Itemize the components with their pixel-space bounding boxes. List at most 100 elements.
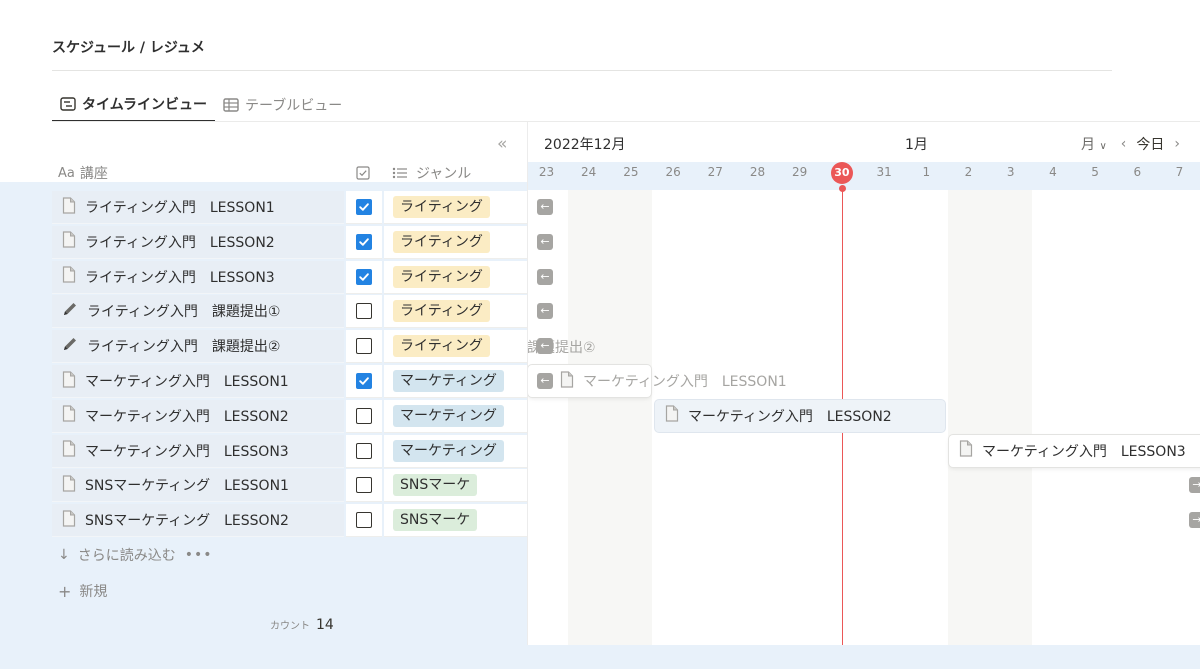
page-icon bbox=[62, 405, 76, 426]
row-name-cell[interactable]: ライティング入門 LESSON1 bbox=[52, 191, 344, 224]
day-label: 27 bbox=[707, 165, 723, 179]
row-done-cell bbox=[346, 504, 382, 538]
row-name: ライティング入門 LESSON1 bbox=[85, 200, 275, 216]
scroll-to-item-button[interactable]: ← bbox=[537, 373, 553, 389]
page-icon bbox=[959, 440, 973, 461]
scroll-to-item-button[interactable]: ← bbox=[537, 268, 553, 285]
row-done-cell bbox=[346, 399, 382, 433]
row-genre-cell[interactable]: ライティング bbox=[384, 295, 527, 329]
row-genre-cell[interactable]: ライティング bbox=[384, 191, 527, 224]
scroll-to-item-button[interactable]: → bbox=[1189, 477, 1200, 494]
row-name-cell[interactable]: マーケティング入門 LESSON3 bbox=[52, 434, 344, 468]
column-header-done[interactable] bbox=[356, 163, 370, 183]
column-header-name[interactable]: Aa 講座 bbox=[58, 163, 108, 183]
table-row[interactable]: ライティング入門 LESSON3 ライティング bbox=[52, 260, 527, 294]
page-icon bbox=[62, 370, 76, 392]
row-done-cell bbox=[346, 225, 382, 259]
new-row-button[interactable]: + 新規 bbox=[58, 581, 107, 601]
plus-icon: + bbox=[58, 581, 72, 601]
row-name-cell[interactable]: ライティング入門 課題提出② bbox=[52, 330, 344, 364]
row-name-cell[interactable]: ライティング入門 LESSON3 bbox=[52, 260, 344, 294]
timeline-scrollbar-track[interactable] bbox=[527, 645, 1200, 669]
row-genre-cell[interactable]: マーケティング bbox=[384, 399, 527, 433]
timeline-bar-label: マーケティング入門 LESSON1 bbox=[583, 374, 787, 390]
table-row[interactable]: ライティング入門 LESSON2 ライティング bbox=[52, 225, 527, 259]
row-genre-cell[interactable]: ライティング bbox=[384, 225, 527, 259]
table-row[interactable]: ライティング入門 LESSON1 ライティング bbox=[52, 191, 527, 224]
row-done-checkbox[interactable] bbox=[356, 373, 372, 389]
table-row[interactable]: SNSマーケティング LESSON1 SNSマーケ bbox=[52, 469, 527, 503]
tab-table[interactable]: テーブルビュー bbox=[215, 88, 350, 122]
row-genre-cell[interactable]: SNSマーケ bbox=[384, 469, 527, 503]
tab-timeline[interactable]: タイムラインビュー bbox=[52, 88, 216, 122]
genre-tag: SNSマーケ bbox=[393, 474, 478, 497]
row-done-checkbox[interactable] bbox=[356, 442, 372, 459]
table-row[interactable]: マーケティング入門 LESSON1 マーケティング bbox=[52, 365, 527, 398]
table-row[interactable]: マーケティング入門 LESSON2 マーケティング bbox=[52, 399, 527, 433]
count-value: 14 bbox=[316, 617, 334, 633]
new-row-label: 新規 bbox=[79, 584, 108, 600]
row-done-cell bbox=[346, 330, 382, 364]
column-header-name-label: 講座 bbox=[79, 166, 108, 182]
scroll-to-item-button[interactable]: → bbox=[1189, 512, 1200, 529]
checkbox-icon bbox=[356, 166, 370, 180]
table-row[interactable]: SNSマーケティング LESSON2 SNSマーケ bbox=[52, 504, 527, 538]
day-label: 6 bbox=[1133, 165, 1142, 179]
load-more-label: さらに読み込む bbox=[77, 548, 176, 564]
collapse-table-button[interactable]: « bbox=[497, 134, 507, 154]
timeline-bar[interactable]: マーケティング入門 LESSON3 bbox=[949, 434, 1200, 467]
prev-period-button[interactable]: ‹ bbox=[1121, 136, 1127, 152]
more-options-icon[interactable]: ••• bbox=[185, 547, 213, 563]
day-label: 29 bbox=[792, 165, 808, 179]
day-label: 25 bbox=[623, 165, 639, 179]
row-name-cell[interactable]: SNSマーケティング LESSON1 bbox=[52, 469, 344, 503]
row-name-cell[interactable]: マーケティング入門 LESSON1 bbox=[52, 365, 344, 398]
pen-icon bbox=[62, 336, 78, 356]
row-name: ライティング入門 課題提出② bbox=[87, 339, 281, 356]
row-done-checkbox[interactable] bbox=[356, 338, 372, 355]
row-done-checkbox[interactable] bbox=[356, 407, 372, 424]
scroll-to-item-button[interactable]: ← bbox=[537, 233, 553, 250]
day-label: 31 bbox=[876, 165, 892, 179]
row-name: マーケティング入門 LESSON1 bbox=[85, 374, 289, 390]
row-genre-cell[interactable]: ライティング bbox=[384, 260, 527, 294]
row-name-cell[interactable]: ライティング入門 課題提出① bbox=[52, 295, 344, 329]
row-genre-cell[interactable]: ライティング bbox=[384, 330, 527, 364]
scroll-to-item-button[interactable]: ← bbox=[537, 199, 553, 215]
row-name: ライティング入門 課題提出① bbox=[87, 304, 281, 321]
timeline-bar[interactable]: マーケティング入門 LESSON2 bbox=[655, 399, 945, 432]
day-label: 1 bbox=[922, 165, 931, 179]
row-done-checkbox[interactable] bbox=[356, 512, 372, 529]
table-row[interactable]: ライティング入門 課題提出① ライティング bbox=[52, 295, 527, 329]
row-genre-cell[interactable]: マーケティング bbox=[384, 365, 527, 398]
row-done-checkbox[interactable] bbox=[356, 303, 372, 320]
timeline-icon bbox=[60, 97, 76, 111]
column-header-genre[interactable]: ジャンル bbox=[392, 163, 471, 183]
next-period-button[interactable]: › bbox=[1174, 136, 1180, 152]
scale-select[interactable]: 月 ∨ bbox=[1081, 134, 1107, 154]
tab-timeline-label: タイムラインビュー bbox=[82, 97, 208, 113]
row-name-cell[interactable]: マーケティング入門 LESSON2 bbox=[52, 399, 344, 433]
day-label: 4 bbox=[1049, 165, 1057, 179]
row-done-checkbox[interactable] bbox=[356, 199, 372, 215]
table-row[interactable]: ライティング入門 課題提出② ライティング bbox=[52, 330, 527, 364]
row-genre-cell[interactable]: マーケティング bbox=[384, 434, 527, 468]
row-name-cell[interactable]: SNSマーケティング LESSON2 bbox=[52, 504, 344, 538]
timeline-panel: 2022年12月 1月 月 ∨ ‹ 今日 › 23 24 25 26 27 28 29 30 3… bbox=[527, 122, 1200, 645]
scroll-to-item-button[interactable]: ← bbox=[537, 338, 553, 355]
row-genre-cell[interactable]: SNSマーケ bbox=[384, 504, 527, 538]
genre-tag: マーケティング bbox=[393, 370, 504, 392]
day-label: 26 bbox=[665, 165, 681, 179]
row-done-checkbox[interactable] bbox=[356, 477, 372, 494]
row-name-cell[interactable]: ライティング入門 LESSON2 bbox=[52, 225, 344, 259]
scroll-to-item-button[interactable]: ← bbox=[537, 303, 553, 320]
genre-tag: ライティング bbox=[393, 265, 490, 288]
row-done-cell bbox=[346, 191, 382, 224]
row-done-checkbox[interactable] bbox=[356, 268, 372, 285]
row-done-cell bbox=[346, 295, 382, 329]
load-more-button[interactable]: ↓ さらに読み込む ••• bbox=[58, 545, 213, 565]
genre-tag: ライティング bbox=[393, 196, 490, 218]
table-row[interactable]: マーケティング入門 LESSON3 マーケティング bbox=[52, 434, 527, 468]
today-button[interactable]: 今日 bbox=[1136, 134, 1164, 154]
row-done-checkbox[interactable] bbox=[356, 233, 372, 250]
